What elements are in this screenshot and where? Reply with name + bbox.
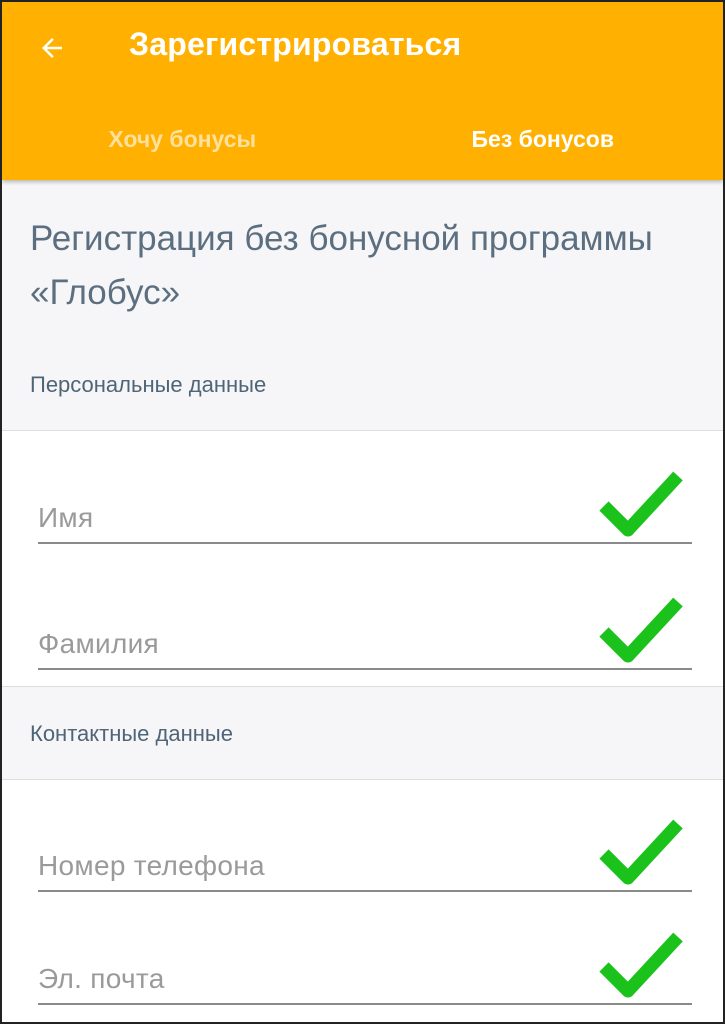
phone-field bbox=[38, 819, 692, 892]
tab-bar: Хочу бонусы Без бонусов bbox=[2, 110, 723, 168]
arrow-left-icon bbox=[42, 38, 62, 58]
field-underline bbox=[38, 668, 692, 670]
email-field bbox=[38, 932, 692, 1005]
phone-input[interactable] bbox=[38, 846, 598, 886]
email-input[interactable] bbox=[38, 959, 598, 999]
tab-without-bonuses[interactable]: Без бонусов bbox=[363, 110, 724, 168]
field-underline bbox=[38, 890, 692, 892]
section-label-contacts: Контактные данные bbox=[30, 721, 233, 746]
last-name-field bbox=[38, 597, 692, 670]
first-name-field bbox=[38, 471, 692, 544]
tab-with-bonuses[interactable]: Хочу бонусы bbox=[2, 110, 363, 168]
checkmark-icon bbox=[599, 819, 683, 885]
app-bar: Зарегистрироваться Хочу бонусы Без бонус… bbox=[2, 2, 723, 180]
last-name-input[interactable] bbox=[38, 624, 598, 664]
registration-screen: Зарегистрироваться Хочу бонусы Без бонус… bbox=[0, 0, 725, 1024]
checkmark-icon bbox=[599, 932, 683, 998]
first-name-input[interactable] bbox=[38, 498, 598, 538]
checkmark-icon bbox=[599, 471, 683, 537]
field-underline bbox=[38, 1003, 692, 1005]
header-section: Регистрация без бонусной программы «Глоб… bbox=[2, 180, 723, 431]
contacts-section-header: Контактные данные bbox=[2, 686, 723, 780]
app-bar-title: Зарегистрироваться bbox=[129, 26, 462, 62]
page-heading: Регистрация без бонусной программы «Глоб… bbox=[30, 219, 653, 312]
checkmark-icon bbox=[599, 597, 683, 663]
back-button[interactable] bbox=[28, 24, 76, 72]
section-label-personal: Персональные данные bbox=[30, 372, 267, 397]
field-underline bbox=[38, 542, 692, 544]
